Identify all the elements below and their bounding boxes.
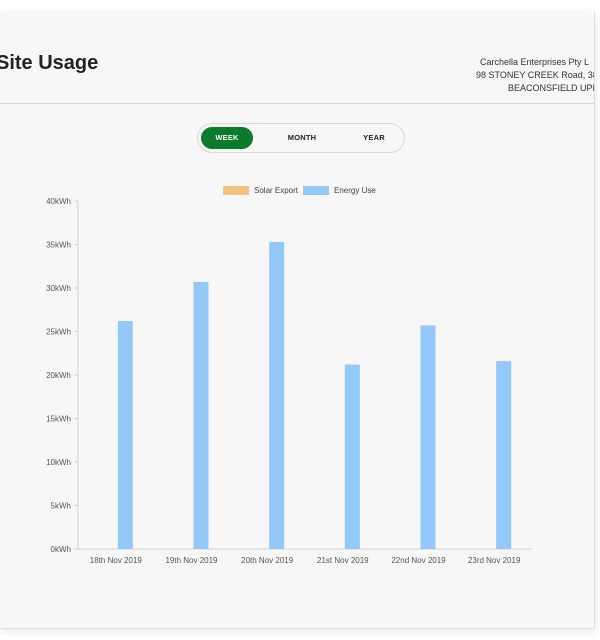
- energy-use-bar: [269, 241, 285, 549]
- x-tick-label: 19th Nov 2019: [165, 556, 218, 565]
- energy-use-bar: [496, 361, 512, 549]
- x-tick-label: 22nd Nov 2019: [391, 556, 446, 565]
- x-tick-label: 21st Nov 2019: [317, 556, 369, 565]
- y-tick-label: 35kWh: [46, 241, 71, 250]
- y-tick-label: 40kWh: [46, 197, 71, 206]
- y-tick-label: 15kWh: [46, 415, 71, 424]
- y-tick-label: 5kWh: [51, 502, 71, 511]
- energy-bar-chart: 0kWh 5kWh 10kWh 15kWh 20kWh 25kWh 30kWh 35kWh 40…: [46, 197, 532, 565]
- x-tick-label: 23rd Nov 2019: [468, 556, 521, 565]
- y-tick-label: 25kWh: [46, 328, 71, 337]
- energy-use-bar: [117, 321, 133, 549]
- x-tick-label: 20th Nov 2019: [241, 556, 294, 565]
- y-tick-label: 30kWh: [46, 284, 71, 293]
- energy-use-bar: [344, 364, 360, 549]
- energy-use-bar: [193, 281, 209, 549]
- energy-use-bar: [420, 325, 436, 549]
- y-tick-label: 10kWh: [46, 458, 71, 467]
- site-usage-card: Site Usage Carchella Enterprises Pty L 9…: [0, 12, 595, 629]
- x-tick-label: 18th Nov 2019: [90, 556, 143, 565]
- y-tick-label: 0kWh: [51, 545, 71, 554]
- y-tick-label: 20kWh: [46, 371, 71, 380]
